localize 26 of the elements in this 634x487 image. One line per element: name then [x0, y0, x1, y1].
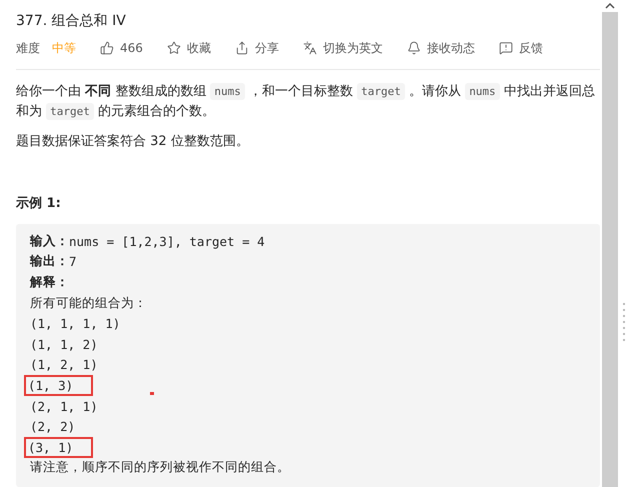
example-line: (1, 2, 1)	[30, 357, 98, 372]
favorite-button[interactable]: 收藏	[186, 40, 211, 56]
share-button[interactable]: 分享	[254, 40, 279, 56]
example-heading: 示例 1:	[16, 195, 62, 212]
example-line: (1, 1, 1, 1)	[30, 316, 120, 332]
difficulty-label: 难度	[16, 40, 40, 56]
subscribe-button[interactable]: 接收动态	[426, 40, 475, 56]
feedback-button[interactable]: 反馈	[518, 40, 543, 56]
input-value: nums = [1,2,3], target = 4	[69, 234, 265, 249]
output-value: 7	[69, 254, 77, 270]
explanation-label: 解释：	[30, 274, 69, 291]
example-line: (2, 2)	[30, 419, 76, 434]
example-line: 请注意，顺序不同的序列被视作不同的组合。	[30, 459, 290, 476]
output-label: 输出：	[30, 253, 69, 270]
problem-title: 377. 组合总和 IV	[16, 12, 127, 31]
example-line: 所有可能的组合为：	[30, 294, 147, 312]
highlighted-line: (1, 3)	[26, 376, 92, 394]
difficulty-value: 中等	[52, 40, 76, 56]
description-paragraph: 题目数据保证答案符合 32 位整数范围。	[16, 133, 250, 151]
translate-button[interactable]: 切换为英文	[322, 40, 383, 56]
input-label: 输入：	[30, 232, 69, 250]
description-paragraph: 给你一个由 不同 整数组成的数组 nums ，和一个目标整数 target 。请你从 nums 中找出并返回总和为 target 的元素组合的个数。	[16, 82, 596, 122]
example-line: (2, 1, 1)	[30, 398, 98, 414]
highlighted-line: (3, 1)	[26, 438, 92, 456]
like-count[interactable]: 466	[120, 41, 143, 55]
example-line: (1, 1, 2)	[30, 336, 98, 352]
